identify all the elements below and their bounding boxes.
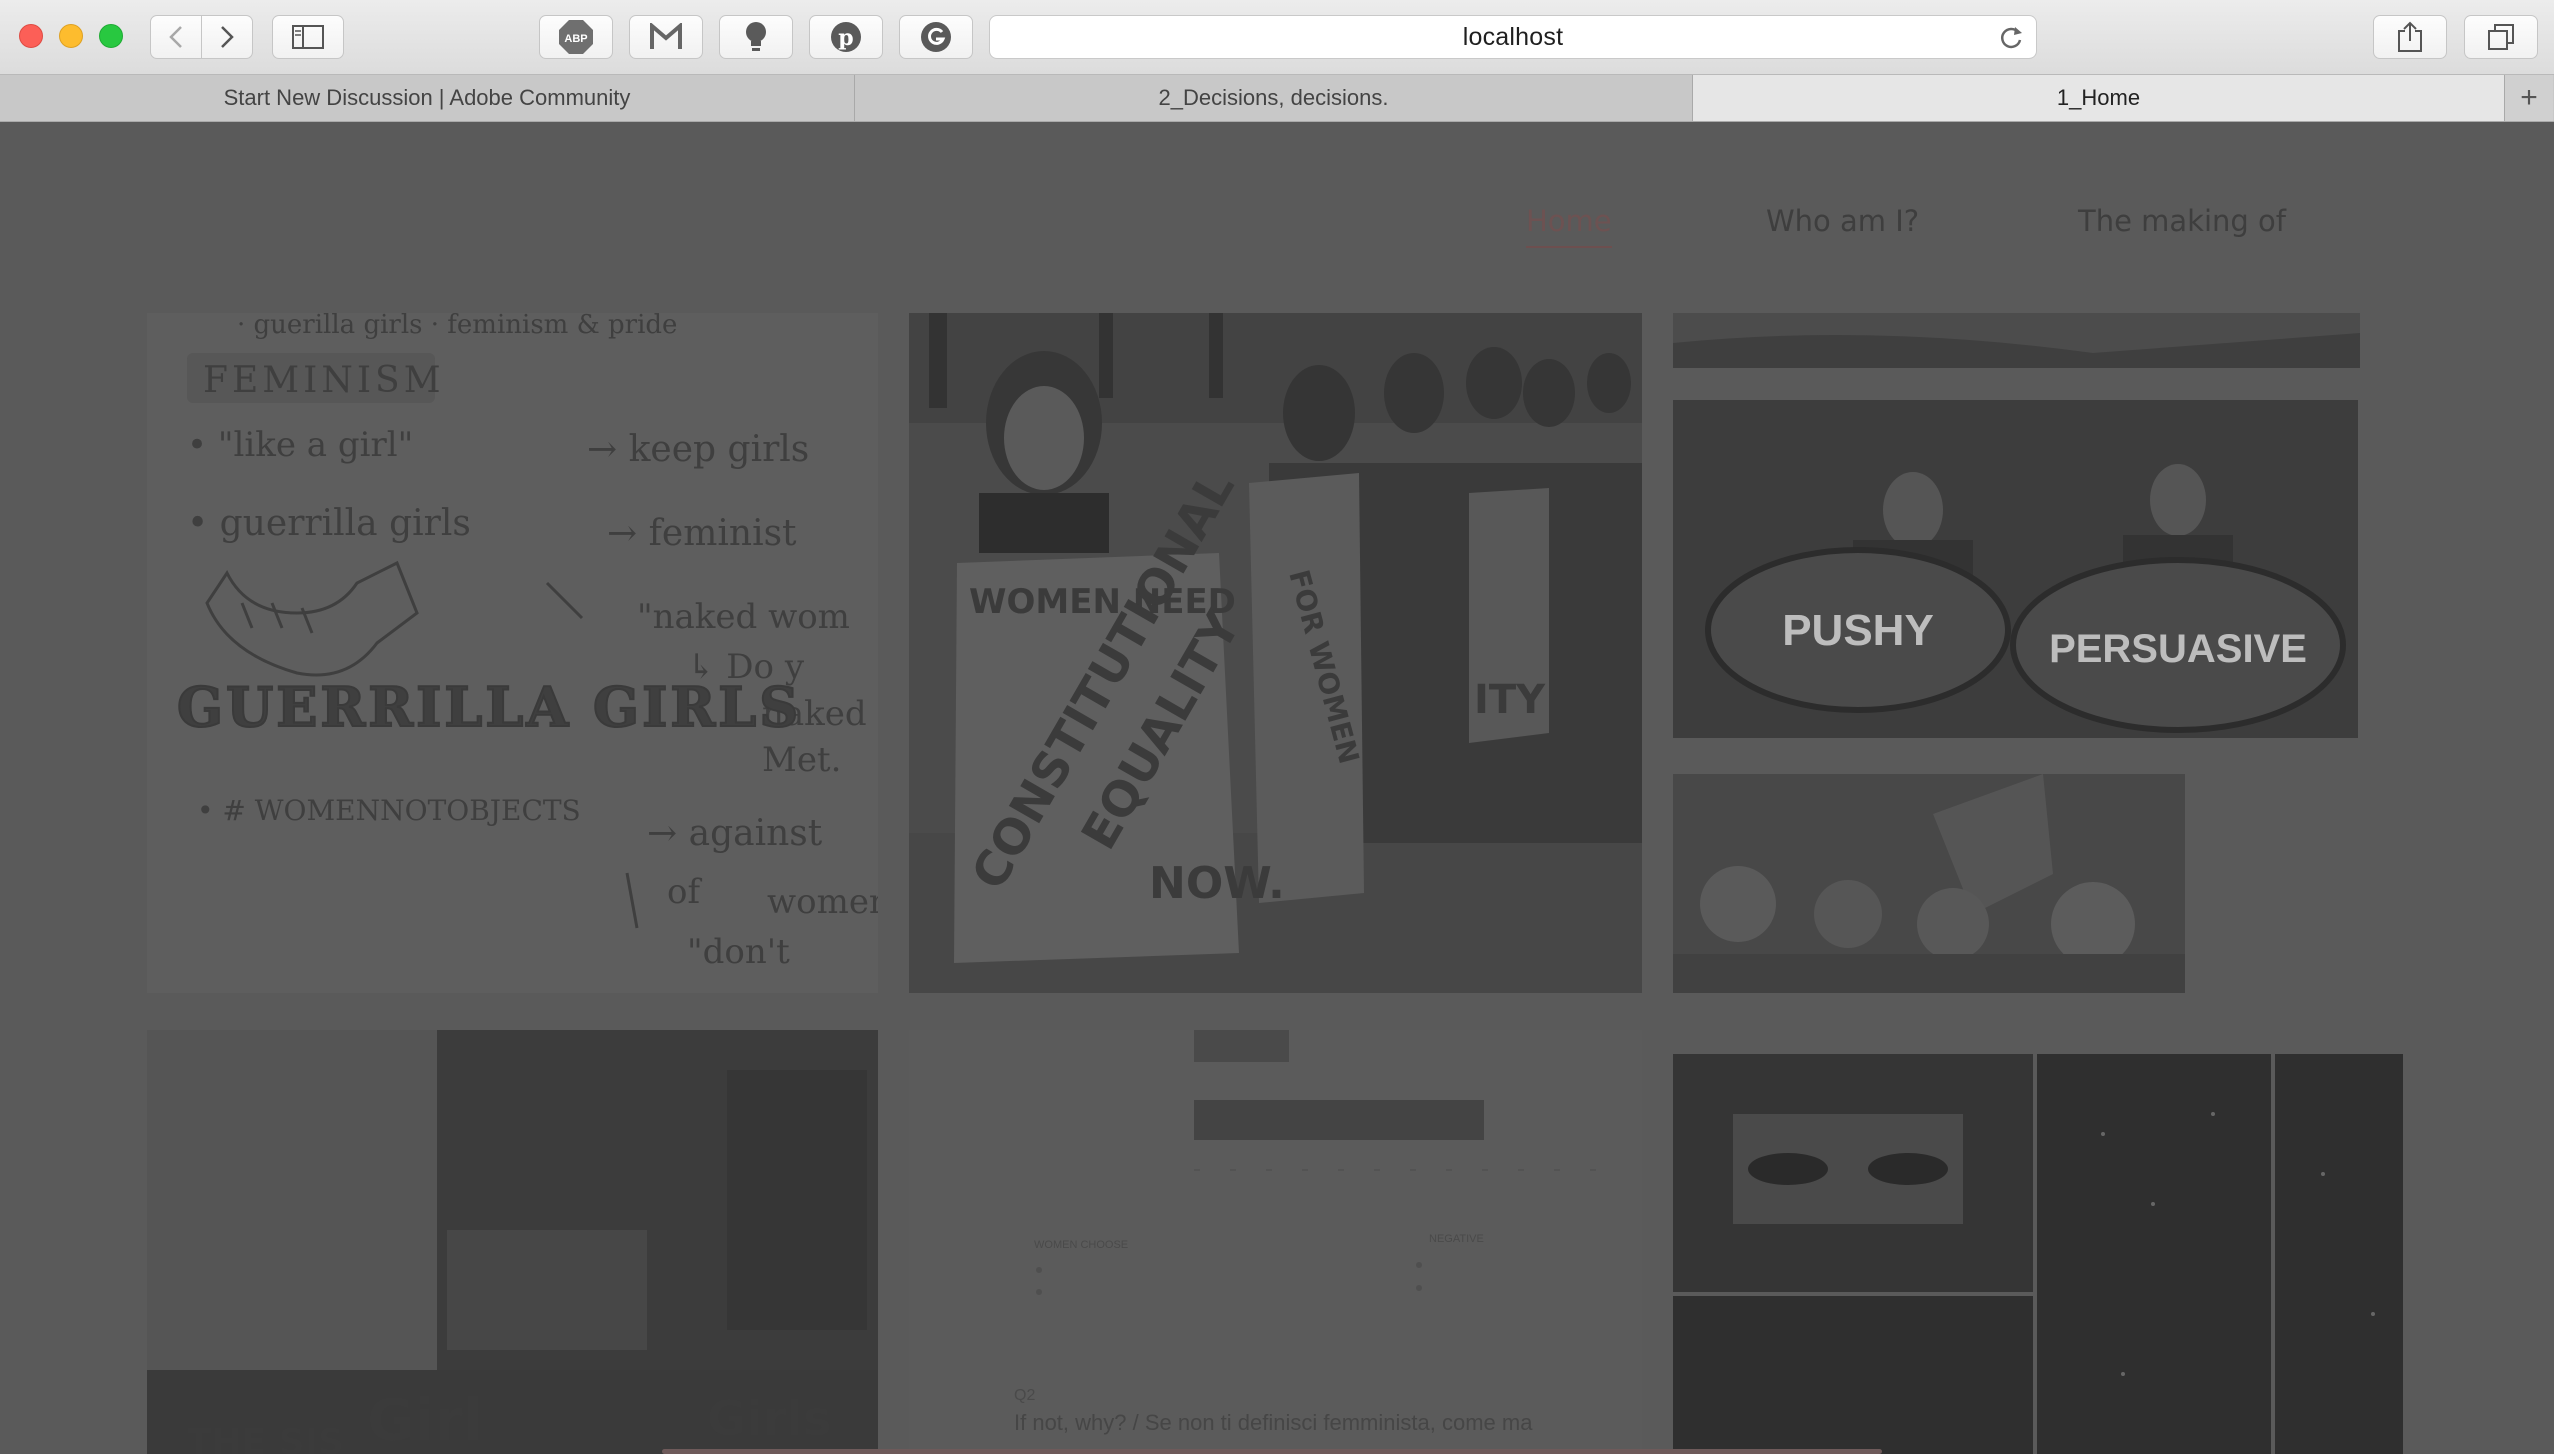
notes-line: → against: [647, 813, 823, 854]
protest-photo: WOMEN NEED CONSTITUTIONAL EQUALITY NOW. …: [909, 313, 1642, 993]
pushy-label: PUSHY: [1782, 606, 1934, 655]
grammarly-extension-button[interactable]: [899, 15, 973, 59]
partial-photo: [1673, 313, 2360, 368]
survey-screenshot: WOMEN CHOOSE NEGATIVE Q2 If not, why? / …: [909, 1030, 1642, 1454]
nav-making-of-link[interactable]: The making of: [2078, 204, 2286, 238]
notes-line: • guerrilla girls: [187, 503, 471, 544]
gallery-image-eyes[interactable]: [1673, 1054, 2403, 1454]
handwritten-notes-illustration: · guerilla girls · feminism & pride FEMI…: [147, 313, 878, 993]
tabs-icon: [2488, 24, 2514, 50]
adblock-icon: ABP: [559, 20, 593, 54]
tab-overview-button[interactable]: [2464, 15, 2538, 59]
gallery-image-protest[interactable]: WOMEN NEED CONSTITUTIONAL EQUALITY NOW. …: [909, 313, 1642, 993]
gmail-icon: [650, 23, 682, 49]
tab-bar: Start New Discussion | Adobe Community 2…: [0, 75, 2554, 122]
sidebar-button[interactable]: [272, 15, 344, 59]
notes-line: • "like a girl": [187, 425, 413, 465]
tab-decisions[interactable]: 2_Decisions, decisions.: [855, 75, 1693, 121]
reload-icon[interactable]: [1998, 25, 2024, 51]
chevron-right-icon: [221, 26, 234, 48]
url-text: localhost: [1462, 22, 1564, 51]
eyes-collage: [1673, 1054, 2403, 1454]
chevron-left-icon: [169, 26, 182, 48]
notes-line: · guerilla girls · feminism & pride: [237, 313, 677, 340]
sign-text: ITY: [1474, 677, 1546, 723]
notes-line: "naked wom: [637, 597, 850, 637]
nav-who-am-i-link[interactable]: Who am I?: [1766, 204, 1919, 238]
tab-adobe-community[interactable]: Start New Discussion | Adobe Community: [0, 75, 855, 121]
pinterest-icon: p: [831, 22, 861, 52]
tab-label: Start New Discussion | Adobe Community: [223, 85, 631, 110]
pinterest-extension-button[interactable]: p: [809, 15, 883, 59]
notes-line: → feminist: [607, 513, 797, 554]
poster-text: Girl: [367, 1386, 483, 1454]
survey-label: WOMEN CHOOSE: [1034, 1239, 1128, 1251]
site-navigation: Home Who am I? The making of: [0, 204, 2554, 254]
adblock-extension-button[interactable]: ABP: [539, 15, 613, 59]
gallery-image-poster[interactable]: Girl Girls THE SIS: [147, 1030, 878, 1454]
notes-heading: FEMINISM: [203, 360, 445, 401]
notes-line: "don't: [687, 932, 790, 972]
tab-label: 2_Decisions, decisions.: [1158, 85, 1389, 110]
gallery-image-survey[interactable]: WOMEN CHOOSE NEGATIVE Q2 If not, why? / …: [909, 1030, 1642, 1454]
gallery-image-pushy-persuasive[interactable]: PUSHY PERSUASIVE: [1673, 400, 2358, 738]
tab-label: 1_Home: [2056, 85, 2141, 110]
forward-button[interactable]: [201, 15, 253, 59]
notes-line: → keep girls: [587, 429, 809, 470]
address-bar[interactable]: localhost: [989, 15, 2037, 59]
poster-text: THE SIS: [187, 1422, 344, 1454]
survey-question-text: If not, why? / Se non ti definisci femmi…: [1014, 1410, 1533, 1435]
notes-line: women: [767, 882, 878, 922]
notes-big-title: GUERRILLA GIRLS: [177, 675, 801, 739]
nav-home-link[interactable]: Home: [1526, 204, 1612, 248]
browser-toolbar: ABP p localhost: [0, 0, 2554, 75]
notes-line: Met.: [762, 740, 841, 780]
poster-collage: Girl Girls THE SIS: [147, 1030, 878, 1454]
notes-line: • # WOMENNOTOBJECTS: [197, 794, 581, 827]
survey-question-number: Q2: [1014, 1387, 1035, 1404]
web-page: Home Who am I? The making of · guerilla …: [0, 122, 2554, 1454]
share-icon: [2398, 21, 2422, 52]
tab-home[interactable]: 1_Home: [1693, 75, 2505, 121]
persuasive-label: PERSUASIVE: [2049, 627, 2307, 671]
page-scroll-indicator: [662, 1449, 1882, 1454]
poster-text: Girls: [707, 1391, 832, 1447]
grammarly-icon: [921, 22, 951, 52]
sign-text: NOW.: [1149, 858, 1285, 909]
lightbulb-icon: [746, 22, 766, 51]
close-window-button[interactable]: [19, 24, 43, 48]
survey-label: NEGATIVE: [1429, 1233, 1484, 1245]
dolls-photo: [1673, 774, 2185, 993]
back-button[interactable]: [150, 15, 202, 59]
svg-text:ABP: ABP: [564, 33, 587, 45]
sidebar-icon: [292, 25, 324, 49]
gmail-extension-button[interactable]: [629, 15, 703, 59]
pushy-persuasive-photo: PUSHY PERSUASIVE: [1673, 400, 2358, 738]
lightbulb-extension-button[interactable]: [719, 15, 793, 59]
minimize-window-button[interactable]: [59, 24, 83, 48]
svg-text:p: p: [838, 25, 853, 51]
gallery-image-partial[interactable]: [1673, 313, 2360, 368]
gallery-image-notes[interactable]: · guerilla girls · feminism & pride FEMI…: [147, 313, 878, 993]
gallery-image-dolls[interactable]: [1673, 774, 2185, 993]
share-button[interactable]: [2373, 15, 2447, 59]
notes-line: of: [667, 872, 702, 912]
new-tab-button[interactable]: +: [2505, 75, 2553, 121]
fullscreen-window-button[interactable]: [99, 24, 123, 48]
